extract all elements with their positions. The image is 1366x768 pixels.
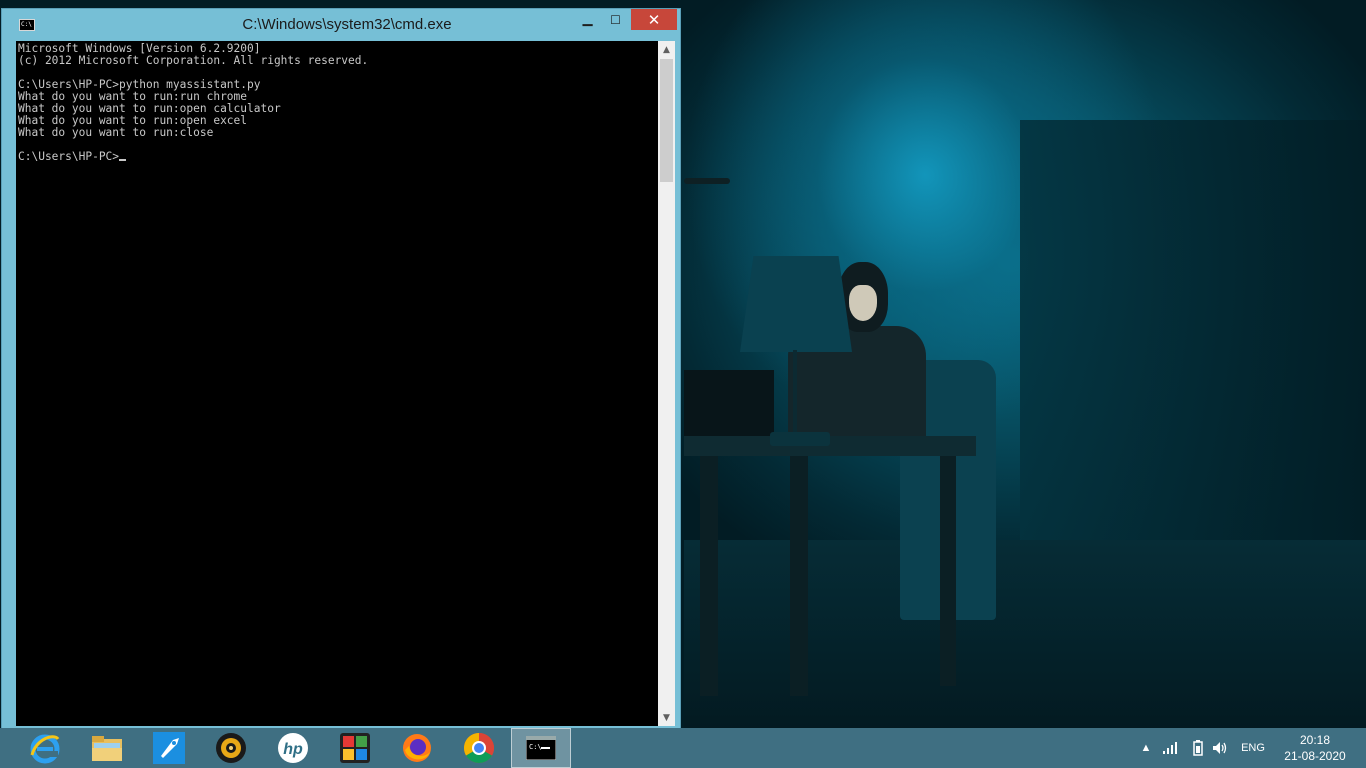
close-button[interactable]: ✕ <box>631 9 677 30</box>
taskbar-item-hp[interactable]: hp <box>263 728 323 768</box>
console-text: Microsoft Windows [Version 6.2.9200] (c)… <box>16 41 658 163</box>
puzzle-icon <box>340 733 370 763</box>
wallpaper-desk-leg <box>940 456 956 686</box>
chevron-up-icon: ▲ <box>1140 742 1152 754</box>
input-language-button[interactable]: ENG <box>1236 728 1270 768</box>
text-cursor <box>119 159 127 161</box>
taskbar-item-media-player[interactable] <box>201 728 261 768</box>
taskbar-item-puzzle-app[interactable] <box>325 728 385 768</box>
taskbar-item-app-rocket[interactable] <box>139 728 199 768</box>
scroll-thumb[interactable] <box>660 59 673 182</box>
signal-icon <box>1163 742 1177 754</box>
wallpaper-desk-leg <box>700 456 718 696</box>
taskbar-item-firefox[interactable] <box>387 728 447 768</box>
taskbar-item-chrome[interactable] <box>449 728 509 768</box>
show-hidden-icons-button[interactable]: ▲ <box>1138 728 1154 768</box>
taskbar-item-file-explorer[interactable] <box>77 728 137 768</box>
wallpaper-mask <box>849 285 877 321</box>
folder-icon <box>92 736 122 761</box>
minimize-button[interactable]: ▁ <box>574 9 601 30</box>
media-player-icon <box>216 733 246 763</box>
wallpaper-lamp <box>740 256 852 352</box>
speaker-icon <box>1213 742 1227 754</box>
network-status[interactable] <box>1160 728 1182 768</box>
clock[interactable]: 20:18 21-08-2020 <box>1280 732 1350 764</box>
scroll-down-icon[interactable]: ▼ <box>658 709 675 726</box>
title-bar[interactable]: C:\ C:\Windows\system32\cmd.exe ▁ ☐ ✕ <box>2 9 680 41</box>
clock-date: 21-08-2020 <box>1284 749 1346 763</box>
wallpaper-lamp-pole <box>793 350 797 440</box>
wallpaper-lamp-base <box>770 432 830 446</box>
taskbar-item-internet-explorer[interactable] <box>15 728 75 768</box>
firefox-icon <box>403 734 431 762</box>
battery-icon <box>1193 740 1203 756</box>
vertical-scrollbar[interactable]: ▲ ▼ <box>658 41 675 726</box>
wallpaper-laptop <box>684 370 774 440</box>
cmd-icon: C:\ <box>526 736 556 760</box>
console-line: What do you want to run:close <box>18 126 214 139</box>
console-prompt: C:\Users\HP-PC> <box>18 150 120 163</box>
cmd-window[interactable]: C:\ C:\Windows\system32\cmd.exe ▁ ☐ ✕ Mi… <box>1 8 681 733</box>
console-output[interactable]: Microsoft Windows [Version 6.2.9200] (c)… <box>16 41 658 726</box>
battery-status[interactable] <box>1188 728 1208 768</box>
wallpaper-desk-leg <box>790 456 808 696</box>
console-line: (c) 2012 Microsoft Corporation. All righ… <box>18 54 369 67</box>
svg-text:C:\: C:\ <box>529 743 542 751</box>
wallpaper-curtain-rod <box>684 178 730 184</box>
scroll-up-icon[interactable]: ▲ <box>658 41 675 58</box>
chrome-icon <box>463 733 495 764</box>
rocket-icon <box>153 732 185 764</box>
taskbar-item-command-prompt[interactable]: C:\ <box>511 728 571 768</box>
internet-explorer-icon <box>30 734 60 764</box>
maximize-button[interactable]: ☐ <box>602 9 629 30</box>
wallpaper-desk <box>684 436 976 456</box>
taskbar: hp C:\ ▲ ENG 20:18 21-08-2020 <box>0 728 1366 768</box>
volume-control[interactable] <box>1210 728 1230 768</box>
wallpaper-floor <box>684 540 1366 730</box>
clock-time: 20:18 <box>1299 733 1331 747</box>
hp-logo-icon: hp <box>278 733 308 763</box>
svg-text:hp: hp <box>283 741 303 758</box>
